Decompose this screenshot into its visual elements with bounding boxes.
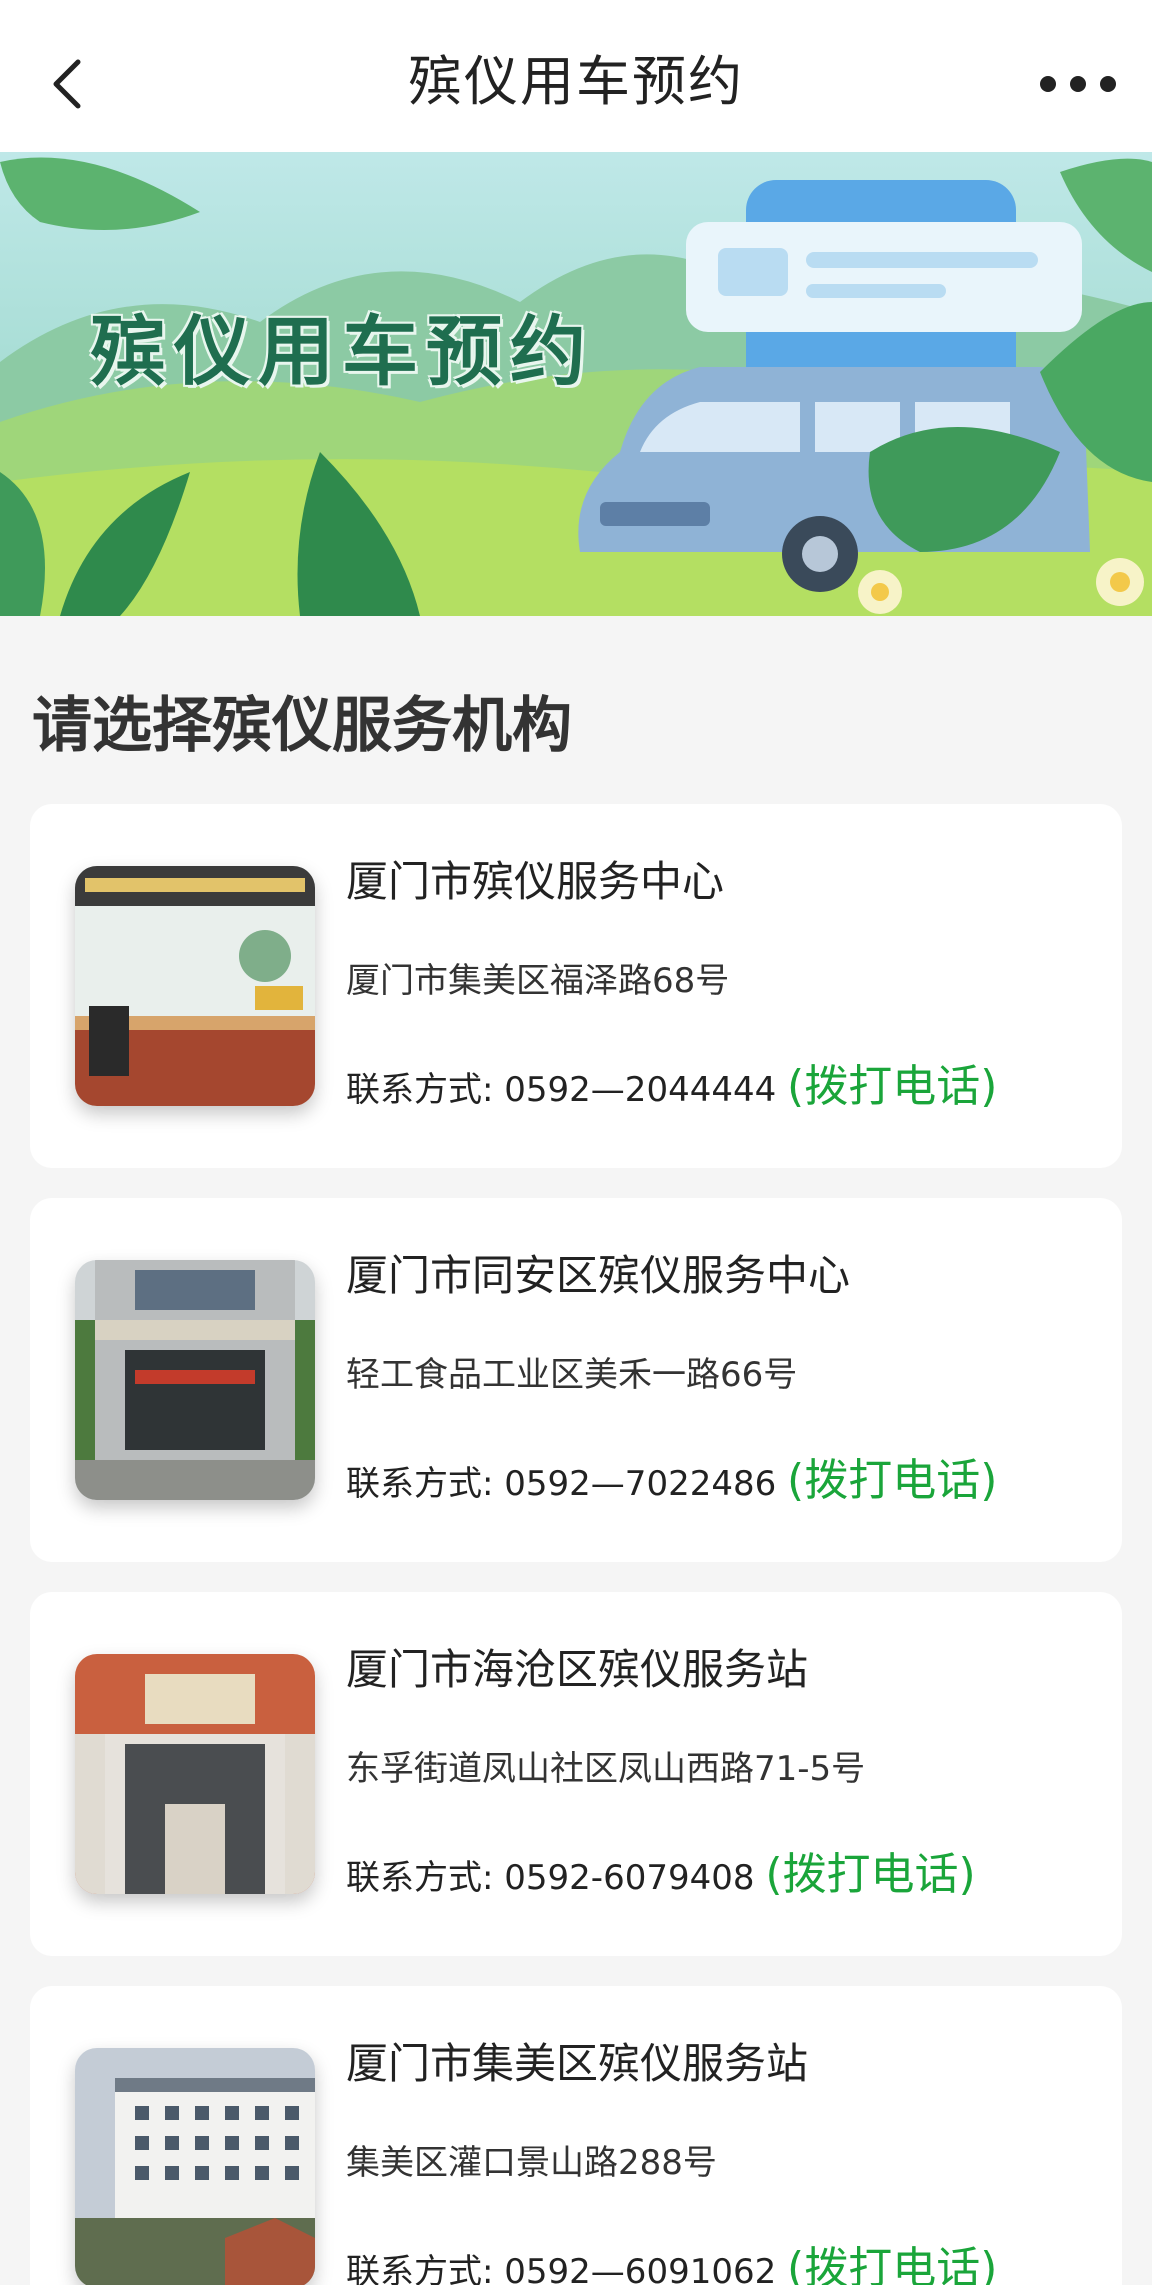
section-title: 请选择殡仪服务机构 — [32, 691, 572, 761]
more-button[interactable] — [1038, 64, 1118, 104]
institution-card[interactable]: 厦门市同安区殡仪服务中心 轻工食品工业区美禾一路66号 联系方式: 0592—7… — [30, 1198, 1122, 1562]
institution-name: 厦门市同安区殡仪服务中心 — [346, 1251, 851, 1300]
institution-name: 厦门市集美区殡仪服务站 — [346, 2039, 809, 2088]
institution-address: 集美区灌口景山路288号 — [346, 2143, 717, 2183]
institution-card[interactable]: 厦门市殡仪服务中心 厦门市集美区福泽路68号 联系方式: 0592—204444… — [30, 804, 1122, 1168]
page-title: 殡仪用车预约 — [408, 50, 744, 113]
call-phone-link[interactable]: (拨打电话) — [765, 1849, 975, 1900]
hero-banner: 殡仪用车预约 — [0, 152, 1152, 616]
institution-card[interactable]: 厦门市海沧区殡仪服务站 东孚街道凤山社区凤山西路71-5号 联系方式: 0592… — [30, 1592, 1122, 1956]
call-phone-link[interactable]: (拨打电话) — [787, 1061, 997, 1112]
institution-contact: 联系方式: 0592-6079408 (拨打电话) — [346, 1848, 976, 1905]
institution-contact: 联系方式: 0592—7022486 (拨打电话) — [346, 1454, 997, 1511]
institution-photo — [75, 2048, 315, 2285]
institution-card[interactable]: 厦门市集美区殡仪服务站 集美区灌口景山路288号 联系方式: 0592—6091… — [30, 1986, 1122, 2285]
call-phone-link[interactable]: (拨打电话) — [787, 2243, 997, 2285]
contact-label: 联系方式: — [346, 2252, 494, 2285]
institution-address: 东孚街道凤山社区凤山西路71-5号 — [346, 1749, 866, 1789]
phone-number: 0592-6079408 — [504, 1858, 755, 1898]
phone-number: 0592—7022486 — [504, 1464, 777, 1504]
phone-number: 0592—2044444 — [504, 1070, 777, 1110]
contact-label: 联系方式: — [346, 1070, 494, 1110]
banner-title: 殡仪用车预约 — [90, 307, 594, 396]
institution-photo — [75, 1260, 315, 1500]
institution-photo — [75, 1654, 315, 1894]
institution-address: 厦门市集美区福泽路68号 — [346, 961, 730, 1001]
call-phone-link[interactable]: (拨打电话) — [787, 1455, 997, 1506]
institution-name: 厦门市海沧区殡仪服务站 — [346, 1645, 809, 1694]
contact-label: 联系方式: — [346, 1858, 494, 1898]
institution-contact: 联系方式: 0592—6091062 (拨打电话) — [346, 2242, 997, 2285]
institution-name: 厦门市殡仪服务中心 — [346, 857, 725, 906]
phone-number: 0592—6091062 — [504, 2252, 777, 2285]
institution-address: 轻工食品工业区美禾一路66号 — [346, 1355, 798, 1395]
contact-label: 联系方式: — [346, 1464, 494, 1504]
more-dots-icon — [1040, 76, 1116, 92]
institution-contact: 联系方式: 0592—2044444 (拨打电话) — [346, 1060, 997, 1117]
institution-photo — [75, 866, 315, 1106]
nav-bar: 殡仪用车预约 — [0, 0, 1152, 152]
